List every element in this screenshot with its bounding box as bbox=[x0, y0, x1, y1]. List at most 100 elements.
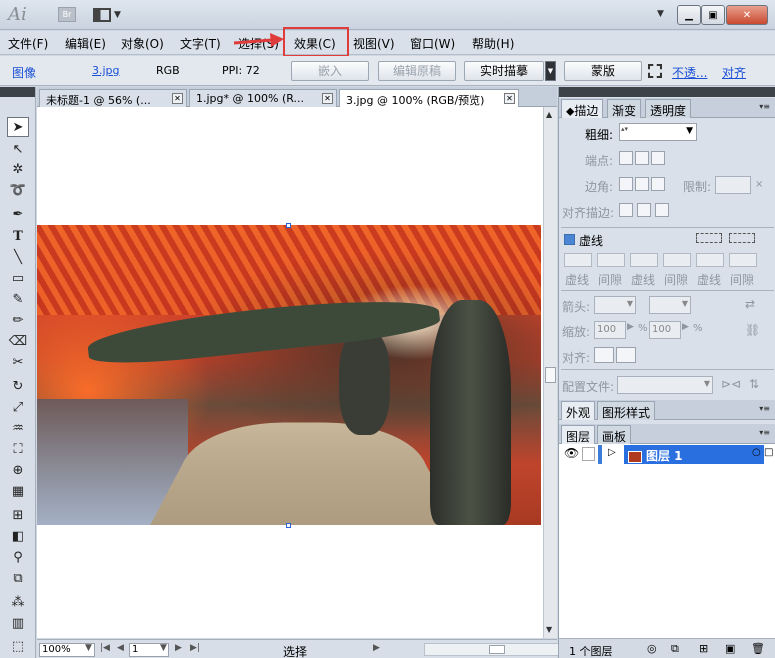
dash-field[interactable] bbox=[564, 253, 592, 267]
horizontal-scrollbar[interactable] bbox=[424, 643, 579, 656]
panel-menu-icon[interactable]: ▾≡ bbox=[759, 428, 770, 437]
paintbrush-tool-icon[interactable]: ✎ bbox=[7, 289, 29, 309]
type-tool-icon[interactable]: T bbox=[7, 226, 29, 246]
tab-1-jpg[interactable]: 1.jpg* @ 100% (R... ✕ bbox=[189, 89, 337, 107]
tab-artboards[interactable]: 画板 bbox=[597, 425, 632, 444]
object-kind-link[interactable]: 图像 bbox=[12, 64, 36, 81]
line-tool-icon[interactable]: ╲ bbox=[7, 247, 29, 267]
panel-grip[interactable] bbox=[559, 87, 775, 97]
expand-triangle-icon[interactable]: ▷ bbox=[608, 447, 616, 458]
menu-edit[interactable]: 编辑(E) bbox=[65, 35, 106, 52]
arrow-tip-end-icon[interactable] bbox=[616, 347, 636, 363]
dash-field[interactable] bbox=[696, 253, 724, 267]
arrange-documents-button[interactable]: ▼ bbox=[93, 6, 125, 24]
panel-menu-icon[interactable]: ▾≡ bbox=[759, 102, 770, 111]
new-layer-icon[interactable]: ▣ bbox=[725, 642, 735, 655]
menu-type[interactable]: 文字(T) bbox=[180, 35, 221, 52]
menu-file[interactable]: 文件(F) bbox=[8, 35, 48, 52]
make-clipping-mask-icon[interactable]: ⧉ bbox=[671, 642, 679, 656]
target-icon[interactable]: ○ bbox=[752, 447, 761, 458]
live-trace-options-icon[interactable]: ▼ bbox=[545, 61, 556, 81]
restore-button[interactable]: ▣ bbox=[701, 5, 725, 25]
selection-indicator-icon[interactable]: □ bbox=[764, 447, 773, 458]
scale-dropdown-icon[interactable]: ▶ bbox=[627, 322, 634, 332]
menu-object[interactable]: 对象(O) bbox=[121, 35, 164, 52]
start-scale-field[interactable]: 100 bbox=[594, 321, 626, 339]
eye-icon[interactable]: 👁 bbox=[564, 446, 579, 460]
status-menu-icon[interactable]: ▶ bbox=[373, 643, 380, 653]
panel-menu-icon[interactable]: ▾≡ bbox=[759, 404, 770, 413]
tab-gradient[interactable]: 渐变 bbox=[607, 99, 642, 118]
arrow-tip-beyond-icon[interactable] bbox=[594, 347, 614, 363]
minimize-button[interactable]: ▁ bbox=[677, 5, 701, 25]
stepper-icon[interactable]: ▴▾ bbox=[621, 125, 628, 133]
free-transform-tool-icon[interactable]: ⛶ bbox=[7, 439, 29, 459]
miter-limit-field[interactable] bbox=[715, 176, 751, 194]
pen-tool-icon[interactable]: ✒ bbox=[7, 204, 29, 224]
menu-window[interactable]: 窗口(W) bbox=[410, 35, 455, 52]
flip-along-icon[interactable]: ⊳⊲ bbox=[721, 377, 741, 391]
menu-view[interactable]: 视图(V) bbox=[353, 35, 395, 52]
tab-transparency[interactable]: 透明度 bbox=[645, 99, 692, 118]
close-icon[interactable]: ✕ bbox=[172, 93, 183, 104]
align-stroke-center-icon[interactable] bbox=[619, 203, 633, 217]
miter-join-icon[interactable] bbox=[619, 177, 633, 191]
align-stroke-inside-icon[interactable] bbox=[637, 203, 651, 217]
bridge-button[interactable]: Br bbox=[58, 7, 76, 22]
column-graph-tool-icon[interactable]: ▥ bbox=[7, 613, 29, 633]
menu-help[interactable]: 帮助(H) bbox=[472, 35, 514, 52]
locate-object-icon[interactable]: ◎ bbox=[647, 642, 657, 655]
scroll-down-icon[interactable]: ▼ bbox=[546, 625, 552, 634]
profile-select[interactable]: ▼ bbox=[617, 376, 713, 394]
close-button[interactable]: ✕ bbox=[726, 5, 768, 25]
tab-layers[interactable]: 图层 bbox=[561, 425, 596, 444]
scale-tool-icon[interactable]: ⤢ bbox=[7, 397, 29, 417]
direct-selection-tool-icon[interactable]: ↖ bbox=[7, 139, 29, 159]
tab-3-jpg[interactable]: 3.jpg @ 100% (RGB/预览) ✕ bbox=[339, 89, 519, 107]
blend-tool-icon[interactable]: ⧉ bbox=[7, 568, 29, 588]
dash-field[interactable] bbox=[630, 253, 658, 267]
scroll-up-icon[interactable]: ▲ bbox=[546, 110, 552, 119]
close-icon[interactable]: ✕ bbox=[322, 93, 333, 104]
flip-across-icon[interactable]: ⇅ bbox=[749, 377, 759, 391]
round-join-icon[interactable] bbox=[635, 177, 649, 191]
mesh-tool-icon[interactable]: ⊞ bbox=[7, 505, 29, 525]
dash-preserve-icon[interactable] bbox=[696, 233, 722, 243]
opacity-link[interactable]: 不透... bbox=[672, 64, 707, 81]
selection-handle[interactable] bbox=[286, 223, 291, 228]
end-arrowhead-select[interactable]: ▼ bbox=[649, 296, 691, 314]
tab-stroke[interactable]: ⬥描边 bbox=[561, 99, 604, 118]
dashed-line-checkbox[interactable] bbox=[564, 234, 575, 245]
eraser-tool-icon[interactable]: ⌫ bbox=[7, 331, 29, 351]
end-scale-field[interactable]: 100 bbox=[649, 321, 681, 339]
placed-image-autumn-trees[interactable] bbox=[37, 225, 541, 525]
embed-button[interactable]: 嵌入 bbox=[291, 61, 369, 81]
dash-align-corners-icon[interactable] bbox=[729, 233, 755, 243]
rotate-tool-icon[interactable]: ↻ bbox=[7, 376, 29, 396]
chevron-down-icon[interactable]: ▼ bbox=[686, 126, 693, 136]
rectangle-tool-icon[interactable]: ▭ bbox=[7, 268, 29, 288]
live-trace-button[interactable]: 实时描摹 bbox=[464, 61, 544, 81]
gap-field[interactable] bbox=[729, 253, 757, 267]
selection-handle[interactable] bbox=[286, 523, 291, 528]
close-icon[interactable]: ✕ bbox=[504, 93, 515, 104]
vertical-scrollbar[interactable]: ▲ ▼ bbox=[543, 107, 557, 638]
last-artboard-icon[interactable]: ▶| bbox=[190, 643, 200, 653]
eyedropper-tool-icon[interactable]: ⚲ bbox=[7, 547, 29, 567]
edit-original-button[interactable]: 编辑原稿 bbox=[378, 61, 456, 81]
new-sublayer-icon[interactable]: ⊞ bbox=[699, 642, 708, 655]
artboard-canvas[interactable] bbox=[37, 107, 543, 638]
lock-toggle[interactable] bbox=[582, 447, 595, 461]
warp-tool-icon[interactable]: ♒ bbox=[7, 418, 29, 438]
scale-dropdown-icon[interactable]: ▶ bbox=[682, 322, 689, 332]
align-link[interactable]: 对齐 bbox=[722, 64, 746, 81]
stroke-weight-select[interactable]: ▴▾ ▼ bbox=[619, 123, 697, 141]
swap-arrowheads-icon[interactable]: ⇄ bbox=[745, 297, 755, 311]
link-scale-icon[interactable]: ⛓ bbox=[745, 323, 760, 337]
workspace-dropdown-icon[interactable]: ▼ bbox=[657, 9, 664, 19]
artboard-tool-icon[interactable]: ⬚ bbox=[7, 636, 29, 656]
shape-builder-tool-icon[interactable]: ⊕ bbox=[7, 460, 29, 480]
tab-untitled-1[interactable]: 未标题-1 @ 56% (... ✕ bbox=[39, 89, 187, 107]
perspective-grid-tool-icon[interactable]: ▦ bbox=[7, 481, 29, 501]
panel-grip[interactable] bbox=[0, 87, 35, 97]
